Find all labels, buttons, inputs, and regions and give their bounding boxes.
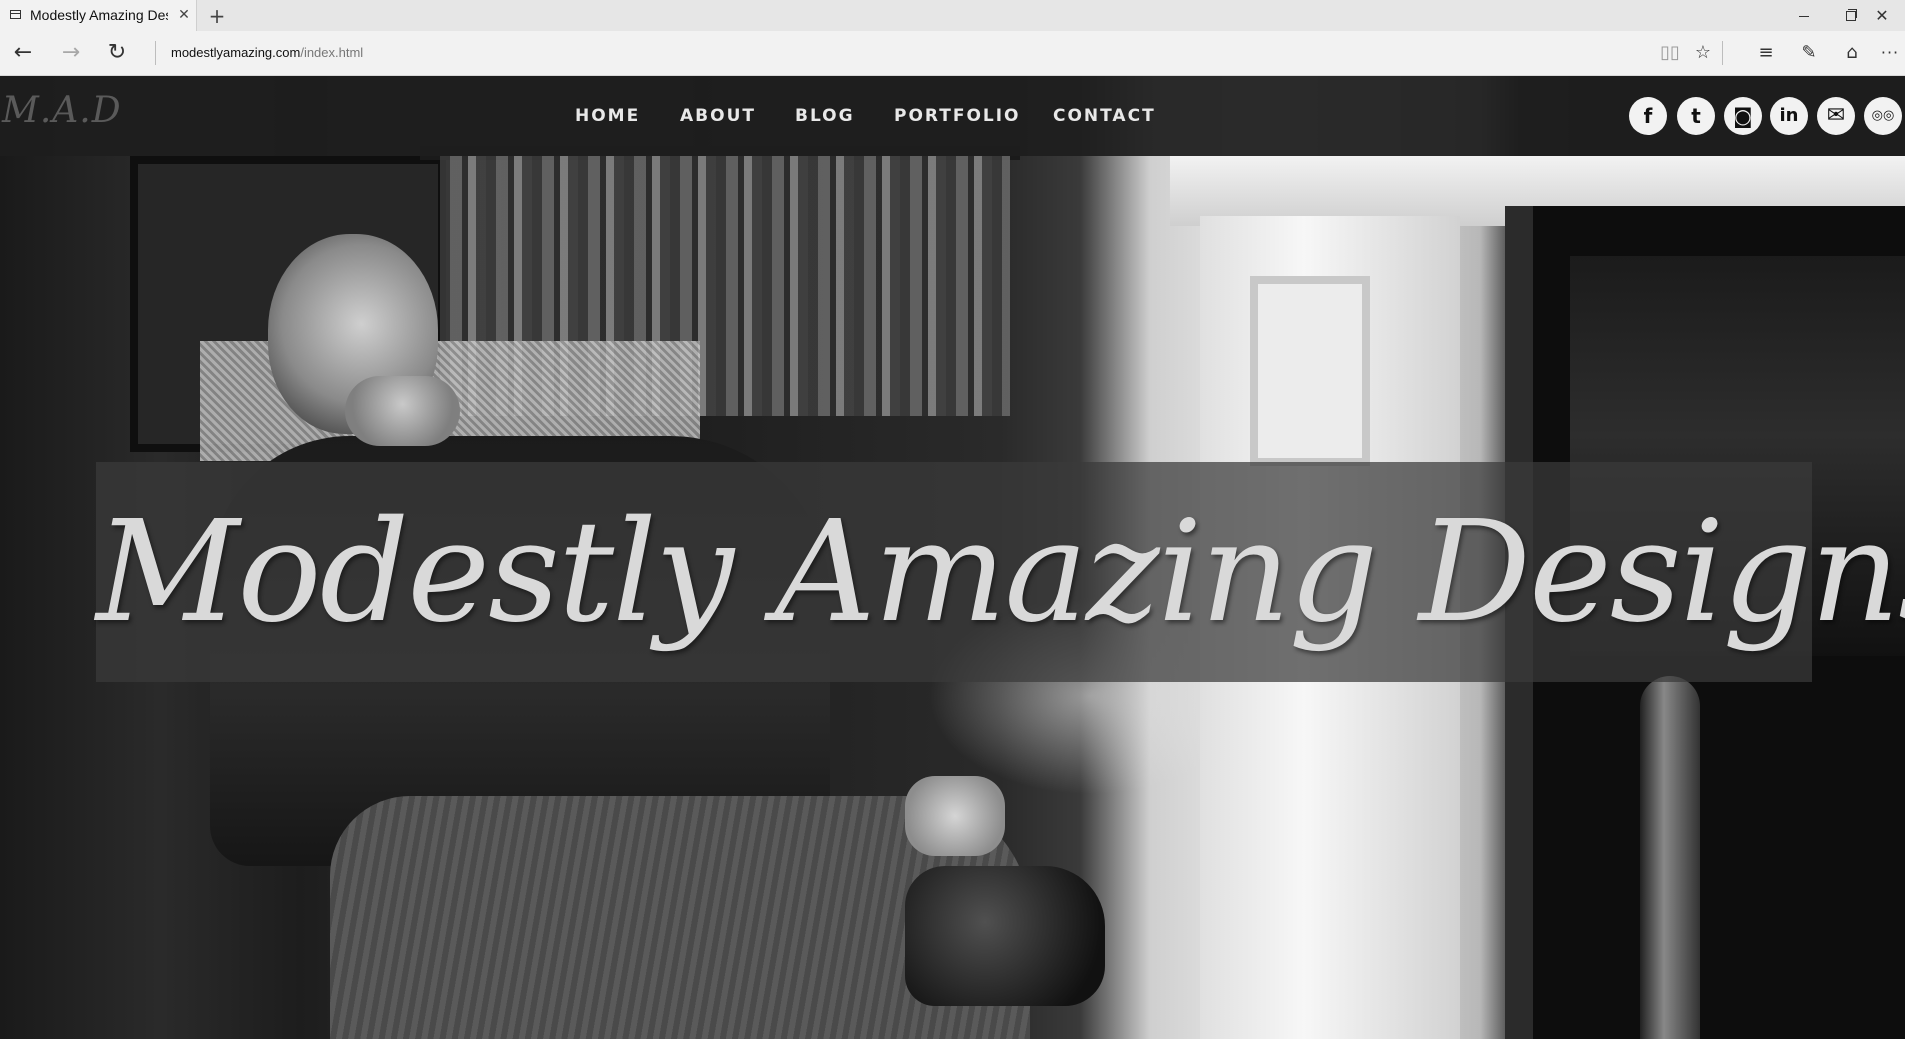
hero-banner: Modestly Amazing Designs: [96, 462, 1905, 682]
new-tab-button[interactable]: +: [205, 4, 229, 28]
share-icon[interactable]: ⌂: [1838, 40, 1866, 66]
url-field[interactable]: modestlyamazing.com/index.html: [171, 45, 363, 63]
toolbar-separator: [1722, 41, 1723, 65]
nav-home-link[interactable]: HOME: [575, 106, 640, 126]
site-logo[interactable]: M.A.D: [2, 90, 122, 131]
favorite-star-icon[interactable]: ☆: [1689, 40, 1717, 66]
tripadvisor-icon[interactable]: ◎◎: [1864, 97, 1902, 135]
browser-address-bar: ← → ↻ modestlyamazing.com/index.html ▯▯ …: [0, 31, 1905, 76]
instagram-icon[interactable]: ◙: [1724, 97, 1762, 135]
forward-arrow-icon[interactable]: →: [56, 39, 86, 67]
facebook-icon[interactable]: f: [1629, 97, 1667, 135]
linkedin-icon[interactable]: in: [1770, 97, 1808, 135]
close-window-button[interactable]: ✕: [1859, 0, 1905, 31]
email-icon[interactable]: ✉: [1817, 97, 1855, 135]
nav-about-link[interactable]: ABOUT: [680, 106, 756, 126]
refresh-icon[interactable]: ↻: [102, 39, 132, 67]
page-viewport: M.A.D HOME ABOUT BLOG PORTFOLIO CONTACT …: [0, 76, 1905, 1039]
nav-portfolio-link[interactable]: PORTFOLIO: [894, 106, 1021, 126]
tab-title: Modestly Amazing Desi: [30, 7, 168, 23]
web-note-icon[interactable]: ✎: [1795, 40, 1823, 66]
background-person-knee-hand: [905, 776, 1005, 856]
back-arrow-icon[interactable]: ←: [8, 39, 38, 67]
twitter-icon[interactable]: t: [1677, 97, 1715, 135]
background-andiron: [1640, 676, 1700, 1039]
minimize-window-button[interactable]: [1781, 0, 1827, 31]
background-carving: [1250, 276, 1370, 466]
nav-blog-link[interactable]: BLOG: [795, 106, 855, 126]
url-path: /index.html: [300, 45, 364, 60]
background-shoe: [905, 866, 1105, 1006]
browser-tab[interactable]: Modestly Amazing Desi ✕: [0, 0, 197, 31]
more-options-icon[interactable]: ···: [1876, 40, 1904, 66]
nav-contact-link[interactable]: CONTACT: [1053, 106, 1156, 126]
hub-icon[interactable]: ≡: [1752, 40, 1780, 66]
background-person-hand: [345, 376, 460, 446]
reading-view-icon[interactable]: ▯▯: [1656, 40, 1684, 66]
close-tab-icon[interactable]: ✕: [176, 6, 192, 24]
address-separator: [155, 41, 156, 65]
url-host: modestlyamazing.com: [171, 45, 301, 60]
site-navigation-bar: M.A.D HOME ABOUT BLOG PORTFOLIO CONTACT …: [0, 76, 1905, 156]
page-icon: [10, 10, 21, 19]
browser-tab-bar: Modestly Amazing Desi ✕ + ✕: [0, 0, 1905, 31]
hero-title: Modestly Amazing Designs: [96, 491, 1905, 654]
